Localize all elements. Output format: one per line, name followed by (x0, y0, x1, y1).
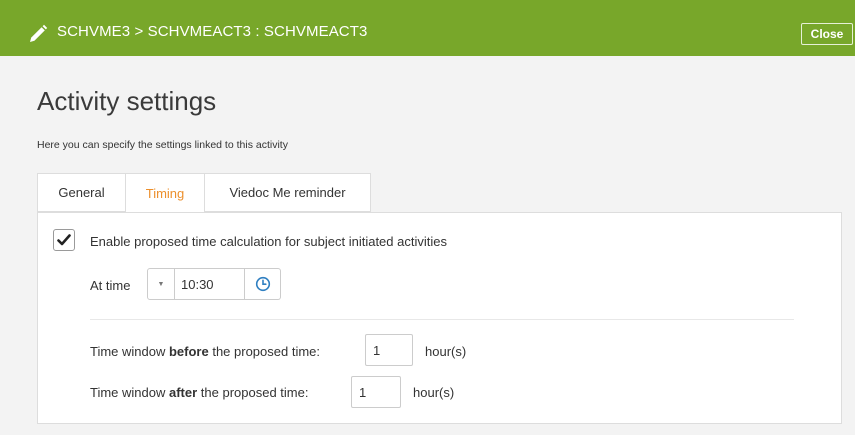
title-bar: SCHVME3 > SCHVMEACT3 : SCHVMEACT3 Close (0, 0, 855, 56)
tab-viedoc-me-reminder[interactable]: Viedoc Me reminder (204, 173, 371, 212)
time-window-after-label: Time window after the proposed time: (90, 385, 308, 400)
before-label-bold: before (168, 344, 209, 359)
time-dropdown-toggle[interactable]: ▼ (147, 268, 175, 300)
after-label-prefix: Time window (90, 385, 169, 400)
time-window-after-input[interactable] (351, 376, 401, 408)
tab-timing[interactable]: Timing (125, 173, 205, 213)
section-divider (90, 319, 794, 320)
page-subtitle: Here you can specify the settings linked… (37, 139, 288, 151)
time-window-before-label: Time window before the proposed time: (90, 344, 320, 359)
time-window-before-input[interactable] (365, 334, 413, 366)
caret-down-icon: ▼ (157, 280, 165, 288)
before-unit-label: hour(s) (425, 344, 467, 359)
tab-general[interactable]: General (37, 173, 126, 212)
enable-proposed-time-label: Enable proposed time calculation for sub… (90, 234, 447, 249)
checkmark-icon (57, 234, 71, 246)
after-label-suffix: the proposed time: (197, 385, 309, 400)
time-picker: ▼ (147, 268, 281, 300)
tab-bar: General Timing Viedoc Me reminder (37, 173, 371, 213)
enable-proposed-time-checkbox[interactable] (53, 229, 75, 251)
at-time-label: At time (90, 278, 131, 293)
before-label-suffix: the proposed time: (208, 344, 321, 359)
pencil-icon (30, 24, 48, 42)
after-label-bold: after (168, 385, 198, 400)
clock-button[interactable] (245, 268, 281, 300)
time-input[interactable] (175, 268, 245, 300)
clock-icon (255, 276, 270, 292)
after-unit-label: hour(s) (413, 385, 455, 400)
window-title: SCHVME3 > SCHVMEACT3 : SCHVMEACT3 (57, 23, 368, 40)
before-label-prefix: Time window (90, 344, 169, 359)
page-title: Activity settings (37, 86, 217, 116)
close-button[interactable]: Close (801, 23, 853, 45)
